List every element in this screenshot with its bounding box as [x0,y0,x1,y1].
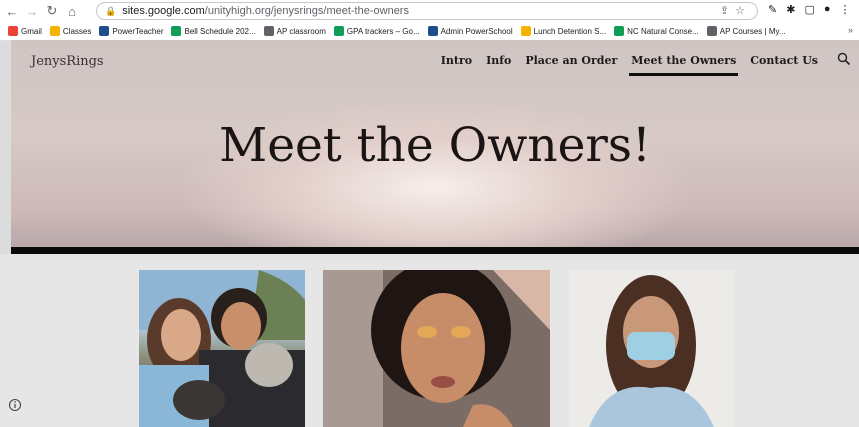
bookmark-favicon-icon [49,26,60,36]
bookmark-item[interactable]: Admin PowerSchool [427,26,513,36]
bookmark-favicon-icon [8,26,18,36]
bookmark-label: NC Natural Conse... [627,26,699,36]
lock-icon[interactable]: 🔒 [105,6,116,17]
bookmark-label: GPA trackers – Go... [346,26,420,36]
bookmark-label: Bell Schedule 202... [184,26,256,36]
bookmark-item[interactable]: Gmail [8,26,42,36]
puzzle-icon[interactable]: ✱ [786,3,795,16]
bookmark-item[interactable]: NC Natural Conse... [614,26,699,36]
profile-avatar-icon[interactable]: ● [824,3,831,16]
bookmark-favicon-icon [263,26,274,36]
bookmark-favicon-icon [333,26,344,36]
nav-item-meet-the-owners[interactable]: Meet the Owners [629,54,739,76]
extension-icons: ✎ ✱ ▢ ● ⋮ [768,3,851,16]
bookmark-item[interactable]: AP classroom [263,26,326,36]
nav-item-place-an-order[interactable]: Place an Order [525,54,617,67]
bookmark-label: AP Courses | My... [719,26,786,36]
window-icon[interactable]: ▢ [804,3,814,16]
bookmark-label: Admin PowerSchool [440,26,513,36]
bookmark-favicon-icon [706,26,717,36]
site-title[interactable]: JenysRings [31,54,104,69]
menu-dots-icon[interactable]: ⋮ [840,3,851,16]
back-arrow-icon[interactable]: ← [4,3,20,19]
bookmark-favicon-icon [99,26,110,36]
share-star-icons[interactable]: ⇪☆ [720,4,751,17]
extension-icon[interactable]: ✎ [768,3,777,16]
bookmark-favicon-icon [427,26,438,36]
bookmarks-bar: Gmail Classes PowerTeacher Bell Schedule 20… [0,22,859,41]
info-icon[interactable] [8,398,22,412]
bookmark-item[interactable]: GPA trackers – Go... [333,26,420,36]
hero-divider [11,247,859,254]
owners-photo-couple [139,270,305,427]
reload-icon[interactable]: ↻ [44,3,60,19]
nav-item-info[interactable]: Info [486,54,511,67]
site-navigation: Intro Info Place an Order Meet the Owners Co… [427,54,818,76]
nav-item-intro[interactable]: Intro [441,54,472,67]
bookmark-item[interactable]: AP Courses | My... [706,26,786,36]
bookmark-label: PowerTeacher [112,26,164,36]
url-path: /unityhigh.org/jenysrings/meet-the-owner… [204,5,409,17]
bookmark-label: AP classroom [276,26,326,36]
url-host: sites.google.com [122,5,205,17]
bookmark-label: Gmail [21,26,42,36]
bookmark-label: Classes [62,26,92,36]
address-bar[interactable]: 🔒 sites.google.com/unityhigh.org/jenysri… [96,2,758,20]
bookmark-favicon-icon [171,26,182,36]
bookmark-label: Lunch Detention S... [533,26,607,36]
bookmark-item[interactable]: PowerTeacher [99,26,163,36]
bookmark-favicon-icon [520,26,531,36]
owner-photo-masked [569,270,734,427]
forward-arrow-icon[interactable]: → [24,3,40,19]
bookmark-item[interactable]: Classes [49,26,92,36]
bookmark-favicon-icon [614,26,625,36]
owner-photo-portrait [323,270,550,427]
bookmark-item[interactable]: Lunch Detention S... [520,26,607,36]
page-heading: Meet the Owners! [219,118,651,173]
search-icon[interactable] [837,52,851,66]
bookmark-item[interactable]: Bell Schedule 202... [171,26,256,36]
home-icon[interactable]: ⌂ [64,3,80,19]
bookmarks-overflow-icon[interactable]: » [848,25,853,35]
nav-item-contact-us[interactable]: Contact Us [750,54,818,67]
